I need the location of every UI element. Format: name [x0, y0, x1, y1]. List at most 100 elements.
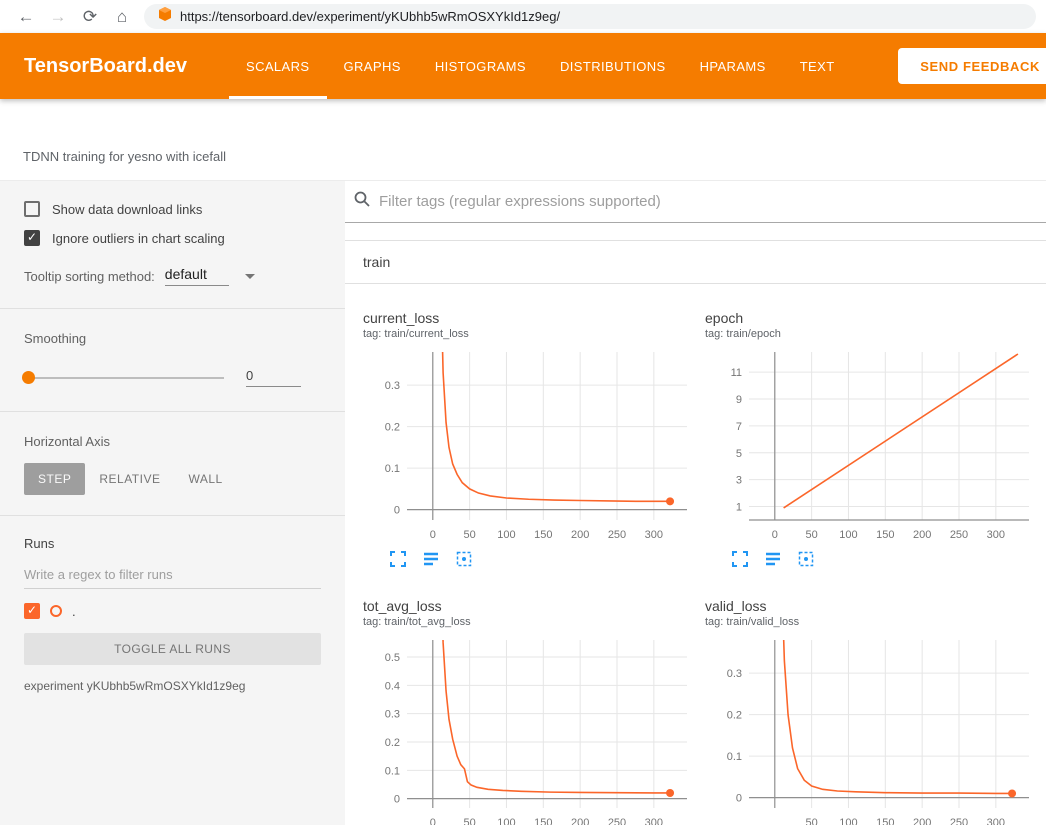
svg-text:100: 100 — [497, 529, 515, 541]
forward-icon[interactable]: → — [42, 7, 74, 27]
svg-text:50: 50 — [464, 817, 476, 825]
svg-text:0.3: 0.3 — [385, 380, 400, 392]
tab-histograms[interactable]: HISTOGRAMS — [418, 33, 543, 99]
line-chart-valid-loss[interactable]: 5010015020025030000.10.20.3 — [705, 634, 1035, 825]
svg-text:200: 200 — [913, 529, 931, 541]
toggle-all-runs-button[interactable]: TOGGLE ALL RUNS — [24, 633, 321, 665]
fit-domain-icon[interactable] — [797, 550, 815, 568]
chart-tag: tag: train/valid_loss — [705, 616, 1035, 628]
back-icon[interactable]: ← — [10, 7, 42, 27]
tooltip-sorting-dropdown[interactable]: default — [165, 266, 255, 286]
svg-text:50: 50 — [806, 817, 818, 825]
chevron-down-icon — [245, 274, 255, 279]
svg-text:50: 50 — [464, 529, 476, 541]
svg-text:300: 300 — [645, 817, 663, 825]
slider-thumb[interactable] — [22, 371, 35, 384]
line-chart-tot-avg-loss[interactable]: 05010015020025030000.10.20.30.40.5 — [363, 634, 693, 825]
svg-text:0.2: 0.2 — [385, 737, 400, 749]
chart-title: epoch — [705, 310, 1035, 326]
svg-text:7: 7 — [736, 421, 742, 433]
smoothing-value-input[interactable]: 0 — [246, 368, 301, 387]
chart-card-current-loss: current_loss tag: train/current_loss 050… — [363, 310, 693, 568]
svg-text:3: 3 — [736, 475, 742, 487]
browser-toolbar: ← → ⟳ ⌂ https://tensorboard.dev/experime… — [0, 0, 1046, 33]
chart-card-epoch: epoch tag: train/epoch 05010015020025030… — [705, 310, 1035, 568]
search-icon — [353, 190, 371, 213]
fit-domain-icon[interactable] — [455, 550, 473, 568]
tab-scalars[interactable]: SCALARS — [229, 33, 327, 99]
expand-chart-icon[interactable] — [389, 550, 407, 568]
chart-card-valid-loss: valid_loss tag: train/valid_loss 5010015… — [705, 598, 1035, 825]
svg-text:300: 300 — [987, 529, 1005, 541]
svg-text:100: 100 — [839, 529, 857, 541]
tab-hparams[interactable]: HPARAMS — [683, 33, 783, 99]
svg-text:0.1: 0.1 — [727, 751, 742, 763]
ignore-outliers-row[interactable]: Ignore outliers in chart scaling — [24, 230, 321, 246]
svg-text:0: 0 — [394, 505, 400, 517]
line-chart-epoch[interactable]: 0501001502002503001357911 — [705, 346, 1035, 546]
scalars-dashboard: train current_loss tag: train/current_lo… — [345, 181, 1046, 825]
horizontal-axis-label: Horizontal Axis — [24, 434, 321, 449]
address-bar[interactable]: https://tensorboard.dev/experiment/yKUbh… — [144, 4, 1036, 29]
tab-text[interactable]: TEXT — [783, 33, 852, 99]
axis-relative-button[interactable]: RELATIVE — [85, 463, 174, 495]
send-feedback-button[interactable]: SEND FEEDBACK — [898, 48, 1046, 84]
train-section-header[interactable]: train — [345, 241, 1046, 284]
svg-text:100: 100 — [839, 817, 857, 825]
line-chart-current-loss[interactable]: 05010015020025030000.10.20.3 — [363, 346, 693, 546]
svg-text:250: 250 — [950, 817, 968, 825]
svg-text:0.2: 0.2 — [727, 710, 742, 722]
home-icon[interactable]: ⌂ — [106, 7, 138, 27]
svg-text:150: 150 — [876, 529, 894, 541]
app-logo[interactable]: TensorBoard.dev — [24, 55, 187, 78]
tag-filter-input[interactable] — [379, 193, 1036, 210]
axis-step-button[interactable]: STEP — [24, 463, 85, 495]
expand-chart-icon[interactable] — [731, 550, 749, 568]
svg-text:150: 150 — [534, 529, 552, 541]
svg-text:9: 9 — [736, 394, 742, 406]
svg-text:0.5: 0.5 — [385, 652, 400, 664]
run-checkbox-box[interactable] — [24, 603, 40, 619]
tag-filter-row — [345, 181, 1046, 223]
chart-toolbar — [363, 550, 693, 568]
svg-text:200: 200 — [913, 817, 931, 825]
chart-toolbar — [705, 550, 1035, 568]
svg-text:11: 11 — [731, 367, 742, 379]
tab-graphs[interactable]: GRAPHS — [327, 33, 418, 99]
axis-wall-button[interactable]: WALL — [174, 463, 236, 495]
runs-filter-input[interactable] — [24, 561, 321, 589]
ignore-outliers-label: Ignore outliers in chart scaling — [52, 231, 225, 246]
chart-tag: tag: train/tot_avg_loss — [363, 616, 693, 628]
ignore-outliers-checkbox-box[interactable] — [24, 230, 40, 246]
svg-text:200: 200 — [571, 817, 589, 825]
svg-text:300: 300 — [645, 529, 663, 541]
smoothing-slider[interactable] — [24, 377, 224, 379]
train-section: train current_loss tag: train/current_lo… — [345, 240, 1046, 825]
show-download-checkbox-box[interactable] — [24, 201, 40, 217]
svg-text:0: 0 — [772, 529, 778, 541]
run-color-swatch-icon[interactable] — [50, 605, 62, 617]
svg-text:150: 150 — [876, 817, 894, 825]
svg-text:150: 150 — [534, 817, 552, 825]
refresh-icon[interactable]: ⟳ — [74, 7, 106, 27]
show-download-links-row[interactable]: Show data download links — [24, 201, 321, 217]
view-data-icon[interactable] — [422, 550, 440, 568]
smoothing-label: Smoothing — [24, 331, 321, 346]
url-text: https://tensorboard.dev/experiment/yKUbh… — [180, 9, 560, 24]
settings-sidebar: Show data download links Ignore outliers… — [0, 181, 345, 825]
chart-tag: tag: train/epoch — [705, 328, 1035, 340]
run-row[interactable]: . — [24, 603, 321, 619]
view-data-icon[interactable] — [764, 550, 782, 568]
svg-text:1: 1 — [736, 502, 742, 514]
runs-label: Runs — [24, 536, 321, 551]
tab-distributions[interactable]: DISTRIBUTIONS — [543, 33, 683, 99]
divider — [0, 515, 345, 516]
run-name: . — [72, 604, 76, 619]
tooltip-sorting-label: Tooltip sorting method: — [24, 269, 155, 284]
svg-text:0: 0 — [430, 529, 436, 541]
chart-tag: tag: train/current_loss — [363, 328, 693, 340]
experiment-title: TDNN training for yesno with icefall — [23, 149, 226, 164]
svg-text:250: 250 — [950, 529, 968, 541]
svg-text:0.3: 0.3 — [727, 668, 742, 680]
svg-text:0.1: 0.1 — [385, 765, 400, 777]
